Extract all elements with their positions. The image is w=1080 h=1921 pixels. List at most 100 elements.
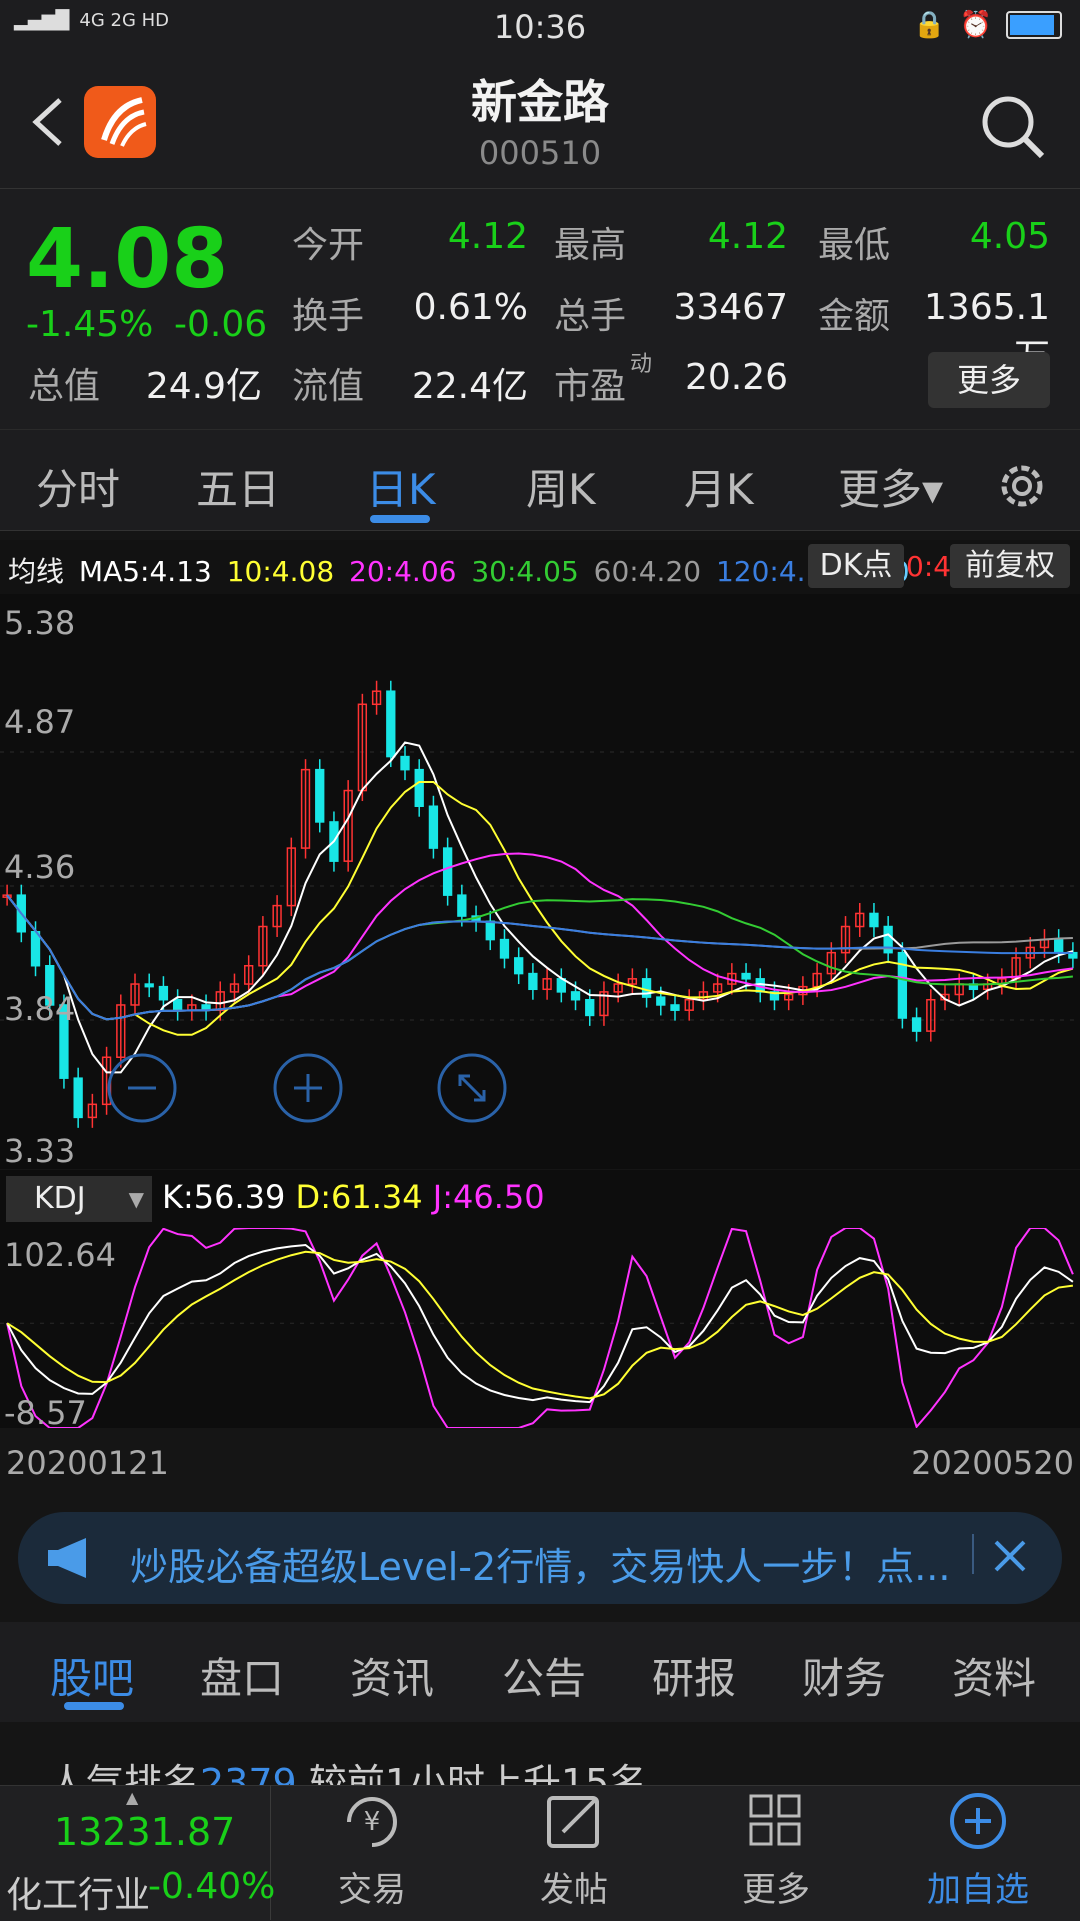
stock-code: 000510: [478, 134, 602, 172]
mcap-value: 24.9亿: [145, 366, 262, 407]
kdj-values: K:56.39 D:61.34 J:46.50: [162, 1178, 545, 1216]
open-label: 今开: [292, 225, 365, 266]
candle-body: [400, 755, 410, 771]
stock-name: 新金路: [471, 75, 609, 129]
more-quote-button[interactable]: 更多: [928, 352, 1050, 408]
tab-intraday[interactable]: 分时: [36, 456, 120, 517]
candle-body: [911, 1017, 922, 1032]
yuan-exchange-icon: ¥: [347, 1797, 397, 1847]
zoom-out-icon[interactable]: [106, 1052, 178, 1124]
nav-more[interactable]: 更多: [716, 1790, 836, 1911]
candle-body: [144, 983, 154, 988]
volume-label: 总手: [554, 296, 627, 337]
fullscreen-icon[interactable]: [436, 1052, 508, 1124]
adjust-button[interactable]: 前复权: [950, 544, 1070, 588]
candle-body: [73, 1077, 83, 1119]
mcap-label: 总值: [28, 366, 101, 407]
dropdown-caret-icon: ▼: [128, 1187, 144, 1211]
candle-body: [741, 972, 751, 980]
nav-add-watchlist[interactable]: 加自选: [918, 1790, 1038, 1911]
current-price: 4.08: [26, 212, 229, 307]
lock-icon: 🔒: [913, 10, 946, 40]
candle-body: [656, 996, 666, 1006]
megaphone-icon: [48, 1538, 86, 1578]
open-value: 4.12: [447, 216, 528, 257]
low-value: 4.05: [969, 216, 1050, 257]
kdj-chart[interactable]: [0, 1228, 1080, 1428]
k-value: K:56.39: [162, 1178, 286, 1216]
tab-five-day[interactable]: 五日: [196, 456, 280, 517]
candle-body: [457, 894, 467, 917]
ma-title: 均线: [8, 555, 65, 588]
tab-research[interactable]: 研报: [652, 1645, 736, 1706]
nav-post-label: 发帖: [540, 1870, 608, 1910]
tab-indicator: [370, 515, 430, 523]
turnover-value: 0.61%: [413, 287, 528, 328]
promo-text[interactable]: 炒股必备超级Level-2行情，交易快人一步！点...: [130, 1536, 950, 1591]
nav-trade[interactable]: ¥ 交易: [312, 1790, 432, 1911]
candle-body: [670, 1004, 680, 1011]
tab-daily-k[interactable]: 日K: [366, 456, 436, 517]
candle-body: [869, 912, 879, 928]
ma10-value: 10:4.08: [226, 555, 335, 588]
d-line: [6, 1250, 1074, 1400]
ytick-4: 3.84: [4, 990, 76, 1028]
float-value: 22.4亿: [411, 366, 528, 407]
candle-body: [315, 768, 325, 823]
sector-index-value[interactable]: 13231.87: [54, 1810, 235, 1854]
candle-body: [158, 985, 169, 1001]
j-value: J:46.50: [432, 1178, 545, 1216]
tab-monthly-k[interactable]: 月K: [684, 456, 754, 517]
status-icons: 🔒 ⏰: [913, 10, 1062, 40]
candle-body: [1054, 938, 1064, 954]
sector-name[interactable]: 化工行业: [6, 1866, 150, 1918]
kdj-ymin: -8.57: [4, 1394, 87, 1432]
candle-body: [414, 768, 424, 808]
candle-body: [528, 972, 538, 991]
candle-body: [172, 998, 183, 1011]
amount-label: 金额: [818, 296, 891, 337]
nav-more-label: 更多: [742, 1870, 810, 1910]
kdj-ymax: 102.64: [4, 1236, 116, 1274]
tab-weekly-k[interactable]: 周K: [526, 456, 596, 517]
settings-gear-icon[interactable]: [994, 458, 1050, 514]
tab-profile[interactable]: 资料: [952, 1645, 1036, 1706]
nav-add-watchlist-label: 加自选: [927, 1870, 1029, 1910]
candle-body: [485, 920, 495, 941]
dk-point-button[interactable]: DK点: [808, 544, 904, 588]
tab-news[interactable]: 资讯: [350, 1645, 434, 1706]
change-amount: -0.06: [174, 304, 268, 345]
ma30-value: 30:4.05: [471, 555, 579, 588]
nav-post[interactable]: 发帖: [514, 1790, 634, 1911]
ma-extra-value: 0:4: [906, 550, 952, 583]
ytick-5: 3.33: [4, 1132, 76, 1170]
search-icon[interactable]: [978, 92, 1048, 162]
high-label: 最高: [554, 225, 627, 266]
tab-announcements[interactable]: 公告: [502, 1645, 586, 1706]
ytick-1: 5.38: [4, 604, 76, 642]
tab-finance[interactable]: 财务: [802, 1645, 886, 1706]
ma60-value: 60:4.20: [593, 555, 702, 588]
candle-body: [897, 951, 908, 1019]
candle-body: [30, 931, 41, 967]
candle-body: [570, 991, 581, 1001]
info-tab-indicator: [64, 1702, 124, 1710]
zoom-in-icon[interactable]: [272, 1052, 344, 1124]
tab-orderbook[interactable]: 盘口: [200, 1645, 284, 1706]
sector-change[interactable]: -0.40%: [148, 1866, 275, 1907]
ma5-value: MA5:4.13: [78, 555, 212, 588]
candle-body: [442, 847, 453, 896]
indicator-selector[interactable]: KDJ ▼: [6, 1176, 152, 1222]
candle-body: [386, 690, 396, 758]
battery-icon: [1006, 11, 1062, 39]
end-date: 20200520: [911, 1444, 1074, 1482]
add-circle-icon: [950, 1793, 1006, 1849]
tab-forum[interactable]: 股吧: [50, 1645, 134, 1706]
expand-arrow-icon[interactable]: ▲: [126, 1788, 138, 1807]
pe-label: 市盈: [554, 366, 627, 407]
tab-more[interactable]: 更多▾: [838, 456, 943, 517]
grid-icon: [749, 1794, 801, 1846]
ytick-2: 4.87: [4, 703, 76, 741]
volume-value: 33467: [673, 287, 788, 328]
close-icon[interactable]: [992, 1538, 1028, 1574]
